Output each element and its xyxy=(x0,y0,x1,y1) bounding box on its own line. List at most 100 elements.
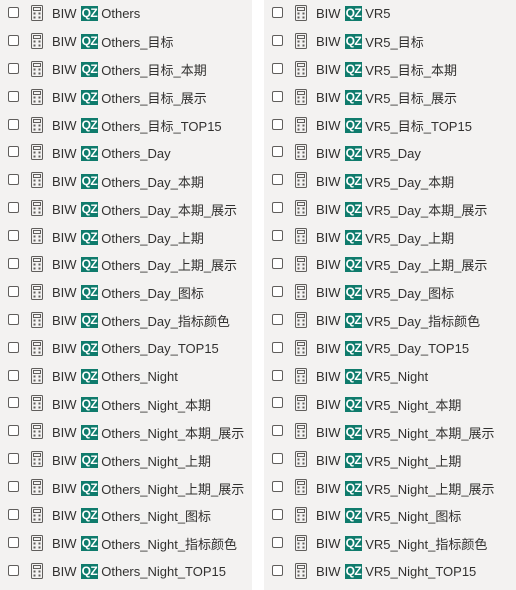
measure-checkbox[interactable] xyxy=(8,118,19,130)
measure-prefix: BIW xyxy=(52,285,77,301)
measure-checkbox[interactable] xyxy=(272,62,283,74)
measure-checkbox[interactable] xyxy=(8,230,19,242)
measure-checkbox[interactable] xyxy=(8,285,19,297)
measure-item[interactable]: BIW QZ VR5_目标 xyxy=(264,28,516,56)
measure-item[interactable]: BIW QZ VR5_Night_指标颜色 xyxy=(264,530,516,558)
measure-prefix: BIW xyxy=(316,62,341,78)
measure-checkbox[interactable] xyxy=(272,174,283,186)
calculator-icon xyxy=(31,367,43,384)
measure-checkbox[interactable] xyxy=(272,341,283,353)
qz-tag: QZ xyxy=(80,536,99,552)
measure-item[interactable]: BIW QZ Others_Day_图标 xyxy=(0,279,252,307)
measure-checkbox[interactable] xyxy=(8,34,19,46)
measure-item[interactable]: BIW QZ Others_Day_指标颜色 xyxy=(0,307,252,335)
measure-item[interactable]: BIW QZ Others_目标_本期 xyxy=(0,56,252,84)
measure-name: VR5_Night_图标 xyxy=(365,509,462,525)
measure-checkbox[interactable] xyxy=(272,564,283,576)
measure-item[interactable]: BIW QZ Others_Night_指标颜色 xyxy=(0,530,252,558)
measure-checkbox[interactable] xyxy=(8,174,19,186)
measure-item[interactable]: BIW QZ Others_Night_本期_展示 xyxy=(0,418,252,446)
measure-checkbox[interactable] xyxy=(8,146,19,158)
measure-item[interactable]: BIW QZ VR5_Night_本期 xyxy=(264,390,516,418)
measure-name: Others_Night_图标 xyxy=(101,509,212,525)
measure-item[interactable]: BIW QZ Others_Day xyxy=(0,139,252,167)
measure-item[interactable]: BIW QZ VR5_目标_TOP15 xyxy=(264,112,516,140)
measure-name: Others_Day_指标颜色 xyxy=(101,314,230,330)
measure-checkbox[interactable] xyxy=(8,202,19,214)
measure-checkbox[interactable] xyxy=(8,90,19,102)
measure-checkbox[interactable] xyxy=(8,369,19,381)
measure-checkbox[interactable] xyxy=(8,397,19,409)
measure-checkbox[interactable] xyxy=(272,230,283,242)
measure-checkbox[interactable] xyxy=(8,536,19,548)
measure-checkbox[interactable] xyxy=(272,7,283,18)
measure-checkbox[interactable] xyxy=(8,7,19,18)
measure-checkbox[interactable] xyxy=(272,369,283,381)
measure-checkbox[interactable] xyxy=(8,509,19,521)
measure-item[interactable]: BIW QZ Others_目标_TOP15 xyxy=(0,112,252,140)
measure-item[interactable]: BIW QZ VR5_Day_上期 xyxy=(264,223,516,251)
measure-item[interactable]: BIW QZ VR5_Night xyxy=(264,363,516,391)
measure-item[interactable]: BIW QZ Others_Day_上期_展示 xyxy=(0,251,252,279)
measure-item[interactable]: BIW QZ VR5_Day_本期 xyxy=(264,167,516,195)
measure-item[interactable]: BIW QZ VR5_Night_上期 xyxy=(264,446,516,474)
measure-checkbox[interactable] xyxy=(8,425,19,437)
measure-item[interactable]: BIW QZ VR5 xyxy=(264,0,516,28)
measure-item[interactable]: BIW QZ Others_Day_本期 xyxy=(0,167,252,195)
qz-tag: QZ xyxy=(344,536,363,552)
measure-checkbox[interactable] xyxy=(8,341,19,353)
measure-item[interactable]: BIW QZ VR5_Night_TOP15 xyxy=(264,558,516,586)
measure-item[interactable]: BIW QZ Others_Night xyxy=(0,363,252,391)
measure-checkbox[interactable] xyxy=(8,564,19,576)
measure-checkbox[interactable] xyxy=(272,34,283,46)
measure-checkbox[interactable] xyxy=(272,313,283,325)
measure-item[interactable]: BIW QZ VR5_Day_指标颜色 xyxy=(264,307,516,335)
measure-checkbox[interactable] xyxy=(8,258,19,270)
measure-name: Others_Night_TOP15 xyxy=(101,564,227,580)
measure-checkbox[interactable] xyxy=(8,453,19,465)
measure-item[interactable]: BIW QZ VR5_目标_本期 xyxy=(264,56,516,84)
measure-name: Others xyxy=(101,6,141,22)
measure-item[interactable]: BIW QZ Others xyxy=(0,0,252,28)
measure-label: BIW QZ VR5_Day xyxy=(316,139,421,167)
measure-checkbox[interactable] xyxy=(272,536,283,548)
measure-item[interactable]: BIW QZ Others_目标_展示 xyxy=(0,84,252,112)
measure-checkbox[interactable] xyxy=(272,146,283,158)
measure-item[interactable]: BIW QZ Others_Day_TOP15 xyxy=(0,335,252,363)
calculator-icon xyxy=(295,479,307,496)
measure-item[interactable]: BIW QZ VR5_Day xyxy=(264,139,516,167)
measure-item[interactable]: BIW QZ Others_Night_上期_展示 xyxy=(0,474,252,502)
measure-checkbox[interactable] xyxy=(272,90,283,102)
measure-item[interactable]: BIW QZ Others_目标 xyxy=(0,28,252,56)
measure-item[interactable]: BIW QZ VR5_Night_图标 xyxy=(264,502,516,530)
measure-checkbox[interactable] xyxy=(272,118,283,130)
measure-checkbox[interactable] xyxy=(272,453,283,465)
measure-item[interactable]: BIW QZ Others_Night_上期 xyxy=(0,446,252,474)
measure-item[interactable]: BIW QZ Others_Day_本期_展示 xyxy=(0,195,252,223)
measure-item[interactable]: BIW QZ VR5_Night_上期_展示 xyxy=(264,474,516,502)
measure-item[interactable]: BIW QZ VR5_Day_本期_展示 xyxy=(264,195,516,223)
measure-item[interactable]: BIW QZ Others_Night_TOP15 xyxy=(0,558,252,586)
measure-item[interactable]: BIW QZ Others_Night_图标 xyxy=(0,502,252,530)
measure-checkbox[interactable] xyxy=(8,62,19,74)
measure-item[interactable]: BIW QZ Others_Day_上期 xyxy=(0,223,252,251)
measure-checkbox[interactable] xyxy=(272,258,283,270)
measure-label: BIW QZ Others_Night_上期_展示 xyxy=(52,474,244,502)
measure-item[interactable]: BIW QZ VR5_Day_上期_展示 xyxy=(264,251,516,279)
calculator-icon xyxy=(295,228,307,245)
measure-checkbox[interactable] xyxy=(272,481,283,493)
measure-checkbox[interactable] xyxy=(8,481,19,493)
measure-name: Others_Night xyxy=(101,369,178,385)
measure-item[interactable]: BIW QZ VR5_Day_TOP15 xyxy=(264,335,516,363)
measure-item[interactable]: BIW QZ VR5_Day_图标 xyxy=(264,279,516,307)
measure-item[interactable]: BIW QZ VR5_目标_展示 xyxy=(264,84,516,112)
measure-checkbox[interactable] xyxy=(272,425,283,437)
measure-checkbox[interactable] xyxy=(272,285,283,297)
measure-checkbox[interactable] xyxy=(272,202,283,214)
measure-item[interactable]: BIW QZ Others_Night_本期 xyxy=(0,390,252,418)
measure-checkbox[interactable] xyxy=(272,509,283,521)
qz-tag: QZ xyxy=(80,257,99,273)
measure-checkbox[interactable] xyxy=(8,313,19,325)
measure-checkbox[interactable] xyxy=(272,397,283,409)
measure-item[interactable]: BIW QZ VR5_Night_本期_展示 xyxy=(264,418,516,446)
